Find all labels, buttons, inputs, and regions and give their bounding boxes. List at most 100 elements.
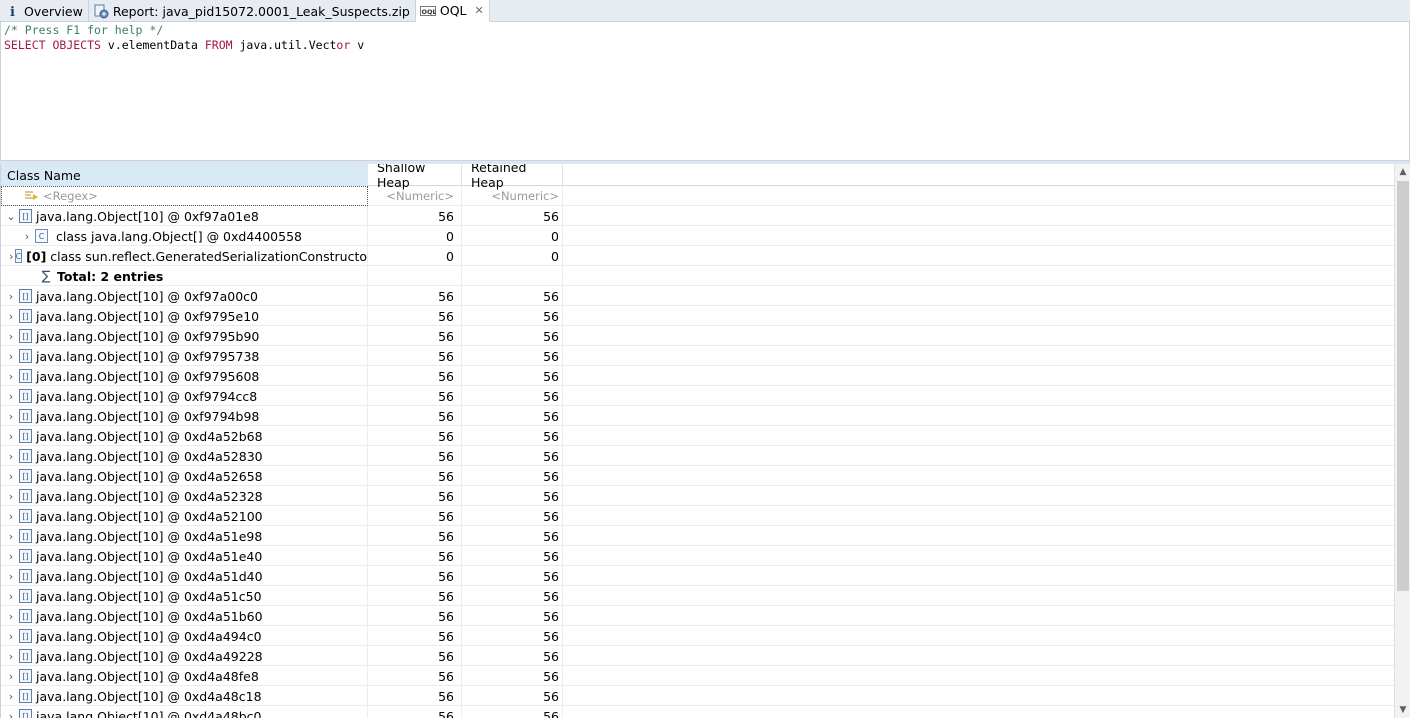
chevron-right-icon[interactable]: › xyxy=(19,230,35,243)
shallow-heap-value: 56 xyxy=(368,346,462,366)
table-row[interactable]: ›[] java.lang.Object[10] @ 0xd4a48bc0 56 56 xyxy=(1,706,1394,718)
table-header: Class Name Shallow Heap Retained Heap xyxy=(1,164,1394,190)
scroll-down-icon[interactable]: ▼ xyxy=(1395,702,1410,718)
table-row[interactable]: ›[] java.lang.Object[10] @ 0xf97a00c0 56 56 xyxy=(1,286,1394,306)
chevron-right-icon[interactable]: › xyxy=(3,530,19,543)
retained-heap-value: 56 xyxy=(462,706,563,718)
retained-heap-value: 56 xyxy=(462,346,563,366)
retained-heap-value: 56 xyxy=(462,526,563,546)
chevron-right-icon[interactable]: › xyxy=(3,590,19,603)
retained-filter-input[interactable]: <Numeric> xyxy=(462,186,563,206)
column-header-retained-heap[interactable]: Retained Heap xyxy=(462,164,563,190)
table-row[interactable]: ›[] java.lang.Object[10] @ 0xd4a51e40 56 56 xyxy=(1,546,1394,566)
object-array-icon: [] xyxy=(19,569,32,583)
tab-report[interactable]: Report: java_pid15072.0001_Leak_Suspects… xyxy=(89,0,416,22)
table-row[interactable]: ›[] java.lang.Object[10] @ 0xd4a52830 56 56 xyxy=(1,446,1394,466)
retained-heap-value: 56 xyxy=(462,306,563,326)
table-row[interactable]: ›[] java.lang.Object[10] @ 0xd4a48c18 56 56 xyxy=(1,686,1394,706)
table-row[interactable]: ›[] java.lang.Object[10] @ 0xd4a51b60 56 56 xyxy=(1,606,1394,626)
table-row[interactable]: ›[] java.lang.Object[10] @ 0xf9795b90 56 56 xyxy=(1,326,1394,346)
chevron-right-icon[interactable]: › xyxy=(3,310,19,323)
table-row[interactable]: ›[] java.lang.Object[10] @ 0xd4a52328 56 56 xyxy=(1,486,1394,506)
table-row[interactable]: ›[] java.lang.Object[10] @ 0xd4a51e98 56 56 xyxy=(1,526,1394,546)
object-name: java.lang.Object[10] @ 0xd4a51d40 xyxy=(36,568,263,584)
table-row[interactable]: ›[] java.lang.Object[10] @ 0xd4a52658 56 56 xyxy=(1,466,1394,486)
column-header-shallow-heap[interactable]: Shallow Heap xyxy=(368,164,462,190)
chevron-right-icon[interactable]: › xyxy=(3,450,19,463)
shallow-heap-value: 56 xyxy=(368,526,462,546)
vertical-scrollbar[interactable]: ▲ ▼ xyxy=(1394,164,1410,718)
table-row[interactable]: ›[] java.lang.Object[10] @ 0xd4a52100 56 56 xyxy=(1,506,1394,526)
table-row[interactable]: ›[] java.lang.Object[10] @ 0xf9794cc8 56 56 xyxy=(1,386,1394,406)
chevron-right-icon[interactable]: › xyxy=(3,490,19,503)
object-name: java.lang.Object[10] @ 0xd4a52100 xyxy=(36,508,263,524)
regex-filter-input[interactable]: <Regex> xyxy=(1,186,368,206)
results-table: Class Name Shallow Heap Retained Heap <R… xyxy=(0,164,1410,718)
object-name: java.lang.Object[10] @ 0xd4a49228 xyxy=(36,648,263,664)
editor-line-comment: /* Press F1 for help */ xyxy=(4,23,1406,38)
shallow-heap-value: 56 xyxy=(368,486,462,506)
object-name: java.lang.Object[10] @ 0xd4a48c18 xyxy=(36,688,262,704)
chevron-right-icon[interactable]: › xyxy=(3,670,19,683)
keyword-from: FROM xyxy=(204,38,233,52)
column-header-class-name[interactable]: Class Name xyxy=(1,164,368,186)
table-row[interactable]: ›[] java.lang.Object[10] @ 0xf9795738 56 56 xyxy=(1,346,1394,366)
table-row[interactable]: ›[] java.lang.Object[10] @ 0xd4a48fe8 56 56 xyxy=(1,666,1394,686)
chevron-right-icon[interactable]: › xyxy=(3,630,19,643)
shallow-heap-value: 56 xyxy=(368,666,462,686)
shallow-filter-input[interactable]: <Numeric> xyxy=(368,186,462,206)
chevron-right-icon[interactable]: › xyxy=(3,290,19,303)
tab-oql[interactable]: OQL OQL ✕ xyxy=(415,0,490,22)
scroll-up-icon[interactable]: ▲ xyxy=(1395,164,1410,180)
chevron-right-icon[interactable]: › xyxy=(3,390,19,403)
chevron-right-icon[interactable]: › xyxy=(3,410,19,423)
chevron-right-icon[interactable]: › xyxy=(3,350,19,363)
retained-heap-value: 0 xyxy=(462,226,563,246)
retained-heap-value: 56 xyxy=(462,506,563,526)
chevron-right-icon[interactable]: › xyxy=(3,470,19,483)
table-row[interactable]: ›[] java.lang.Object[10] @ 0xf9795608 56 56 xyxy=(1,366,1394,386)
object-array-icon: [] xyxy=(19,289,32,303)
retained-heap-value: 56 xyxy=(462,606,563,626)
chevron-right-icon[interactable]: › xyxy=(3,710,19,718)
table-row[interactable]: ›[] java.lang.Object[10] @ 0xd4a52b68 56 56 xyxy=(1,426,1394,446)
object-name: java.lang.Object[10] @ 0xd4a51e98 xyxy=(36,528,263,544)
object-array-icon: [] xyxy=(19,209,32,223)
close-icon[interactable]: ✕ xyxy=(475,4,484,17)
scrollbar-thumb[interactable] xyxy=(1397,181,1409,591)
table-row[interactable]: ›[] java.lang.Object[10] @ 0xd4a494c0 56 56 xyxy=(1,626,1394,646)
keyword-objects: OBJECTS xyxy=(52,38,101,52)
table-row[interactable]: › C [0] class sun.reflect.GeneratedSeria… xyxy=(1,246,1394,266)
query-class: java.util.Vect xyxy=(239,38,337,52)
object-array-icon: [] xyxy=(19,629,32,643)
object-name: java.lang.Object[10] @ 0xd4a48bc0 xyxy=(36,708,262,718)
table-row[interactable]: ›[] java.lang.Object[10] @ 0xd4a51c50 56 56 xyxy=(1,586,1394,606)
chevron-right-icon[interactable]: › xyxy=(3,690,19,703)
total-label: Total: 2 entries xyxy=(57,268,164,284)
chevron-right-icon[interactable]: › xyxy=(3,370,19,383)
oql-editor[interactable]: /* Press F1 for help */ SELECT OBJECTS v… xyxy=(0,22,1410,160)
object-array-icon: [] xyxy=(19,389,32,403)
shallow-heap-value: 56 xyxy=(368,286,462,306)
table-row[interactable]: ›[] java.lang.Object[10] @ 0xf9795e10 56 56 xyxy=(1,306,1394,326)
retained-heap-value: 56 xyxy=(462,546,563,566)
table-row[interactable]: › C class java.lang.Object[] @ 0xd440055… xyxy=(1,226,1394,246)
table-row[interactable]: ›[] java.lang.Object[10] @ 0xd4a51d40 56 56 xyxy=(1,566,1394,586)
chevron-right-icon[interactable]: › xyxy=(3,610,19,623)
chevron-down-icon[interactable]: ⌄ xyxy=(3,210,19,223)
table-row[interactable]: ⌄ [] java.lang.Object[10] @ 0xf97a01e8 5… xyxy=(1,206,1394,226)
table-row[interactable]: ›[] java.lang.Object[10] @ 0xd4a49228 56 56 xyxy=(1,646,1394,666)
object-array-icon: [] xyxy=(19,529,32,543)
table-row[interactable]: ›[] java.lang.Object[10] @ 0xf9794b98 56 56 xyxy=(1,406,1394,426)
object-name: java.lang.Object[10] @ 0xf9795b90 xyxy=(36,328,260,344)
shallow-heap-value: 56 xyxy=(368,426,462,446)
shallow-heap-value: 56 xyxy=(368,706,462,718)
chevron-right-icon[interactable]: › xyxy=(3,430,19,443)
editor-line-query: SELECT OBJECTS v.elementData FROM java.u… xyxy=(4,38,1406,53)
chevron-right-icon[interactable]: › xyxy=(3,510,19,523)
chevron-right-icon[interactable]: › xyxy=(3,650,19,663)
chevron-right-icon[interactable]: › xyxy=(3,330,19,343)
chevron-right-icon[interactable]: › xyxy=(3,570,19,583)
tab-overview[interactable]: i Overview xyxy=(0,0,89,22)
chevron-right-icon[interactable]: › xyxy=(3,550,19,563)
